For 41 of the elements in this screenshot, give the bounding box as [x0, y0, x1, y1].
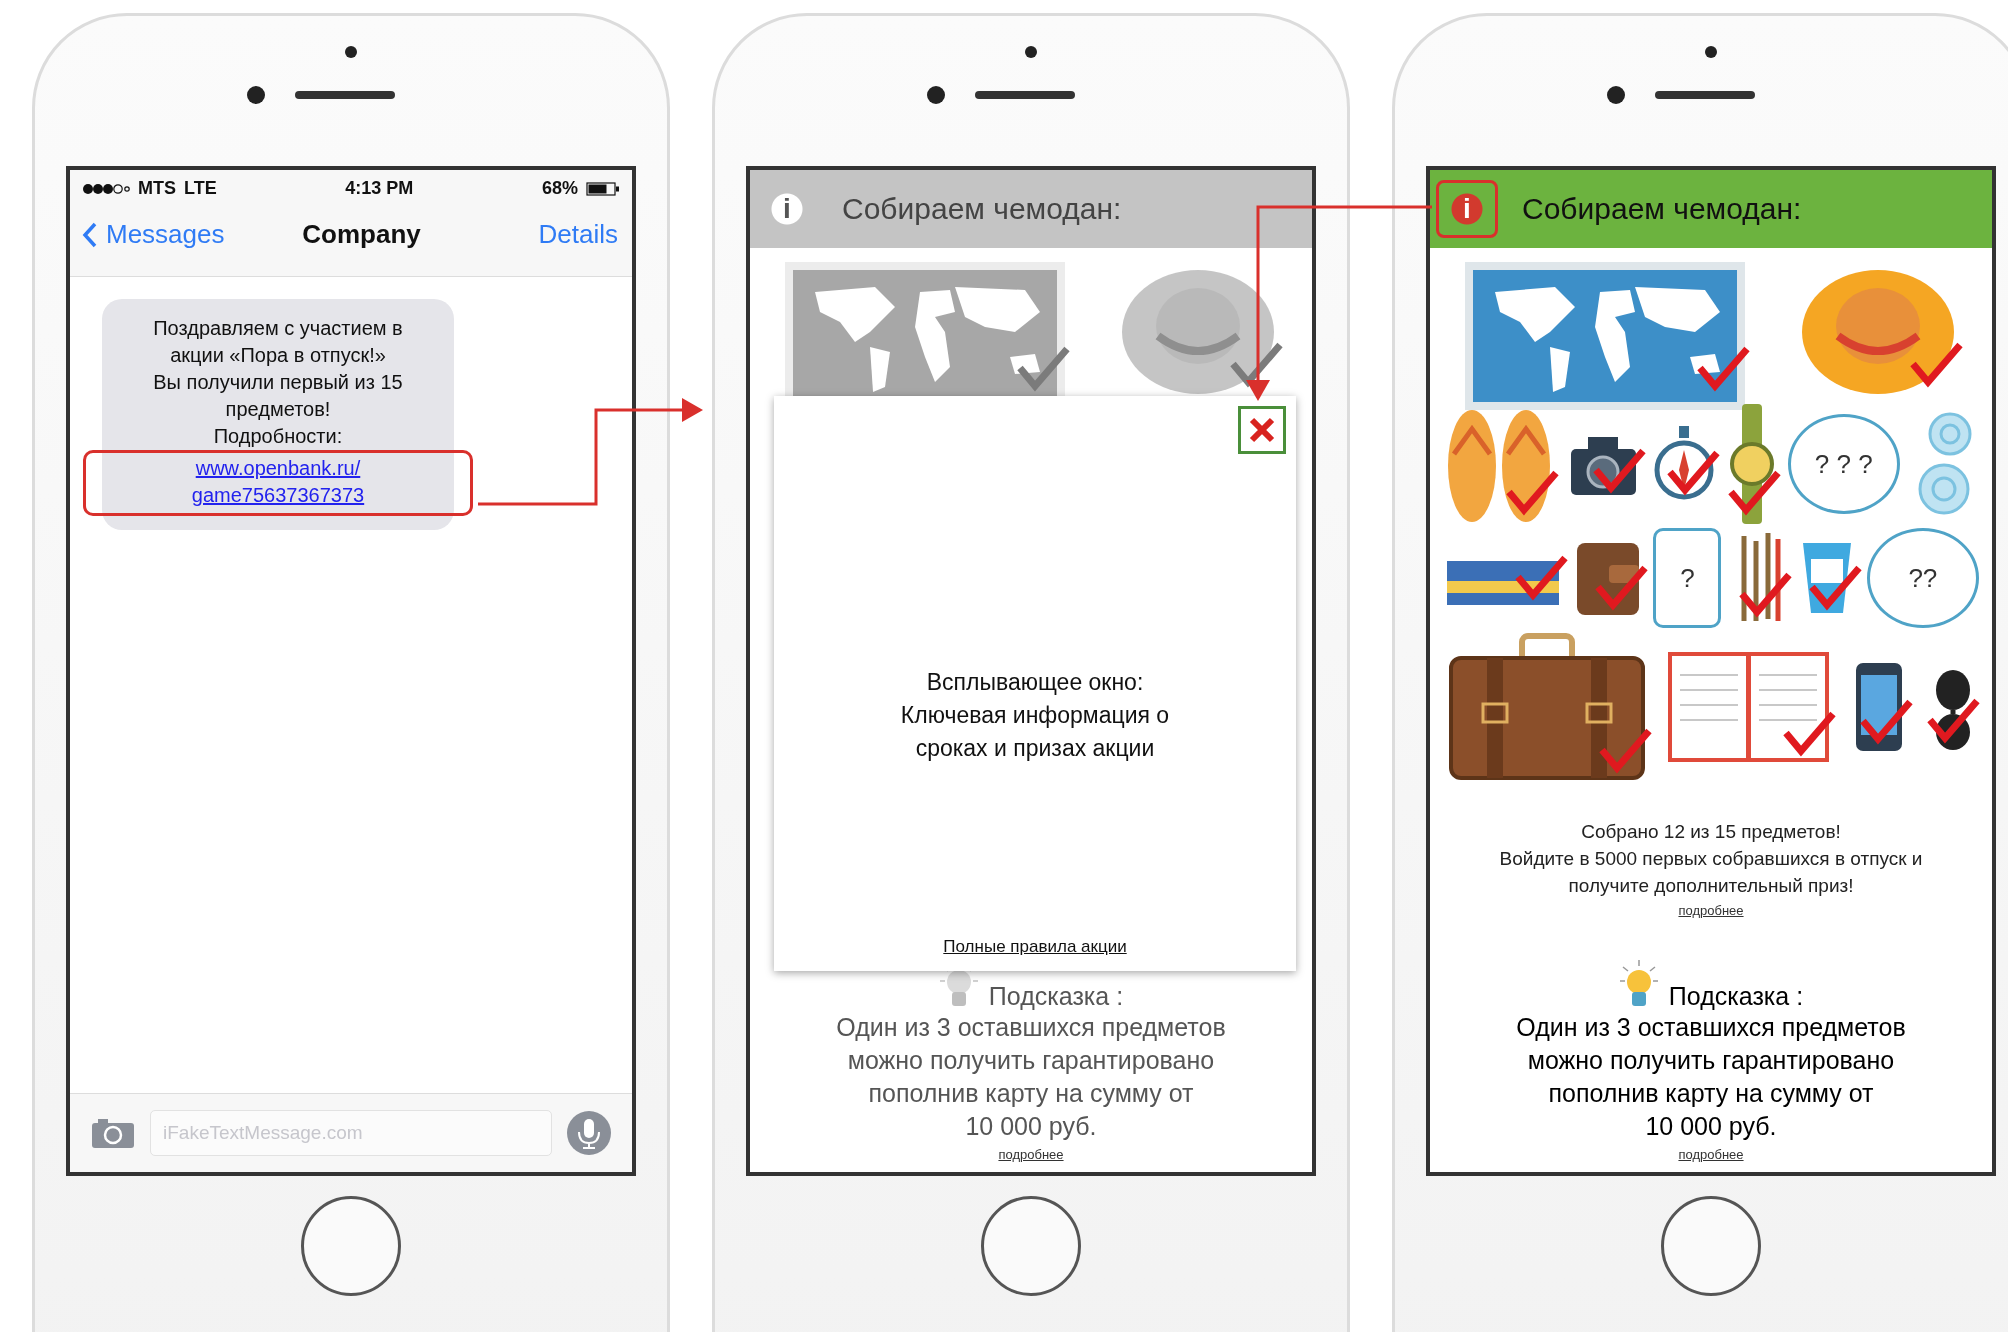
progress-message: Собрано 12 из 15 предметов! Войдите в 5000 первых собравшихся в отпуск и получите дополнительный приз! — [1499, 820, 1923, 898]
hint-label: Подсказка : — [1668, 982, 1804, 1011]
network-label: LTE — [184, 178, 217, 199]
popup-message: Всплывающее окно: Ключевая информация о сроках и призах акции — [900, 668, 1170, 763]
chevron-left-icon — [82, 220, 98, 249]
sensor-icon — [345, 46, 357, 58]
game-title: Собираем чемодан: — [842, 192, 1122, 226]
hint-text: Один из 3 оставшихся предметов можно получить гарантировано пополнив карту на сумму от 10 000 руб. — [836, 1012, 1226, 1142]
speaker-icon — [1655, 91, 1755, 99]
hint-label: Подсказка : — [988, 982, 1124, 1011]
microphone-icon[interactable] — [566, 1110, 612, 1156]
sensor-icon — [1705, 46, 1717, 58]
mystery-bubble: ? ? ? — [1787, 414, 1900, 514]
details-link[interactable]: подробнее — [1678, 1147, 1744, 1162]
camera-icon[interactable] — [90, 1116, 136, 1150]
battery-percent: 68% — [541, 178, 578, 199]
battery-icon — [586, 181, 620, 196]
rules-link[interactable]: Полные правила акции — [943, 937, 1127, 957]
conversation-title: Company — [302, 219, 421, 250]
clock-time: 4:13 PM — [345, 178, 414, 199]
message-link[interactable]: www.openbank.ru/ game75637367373 — [83, 450, 473, 516]
speaker-icon — [975, 91, 1075, 99]
speaker-icon — [295, 91, 395, 99]
game-title: Собираем чемодан: — [1522, 192, 1802, 226]
hint-text: Один из 3 оставшихся предметов можно получить гарантировано пополнив карту на сумму от 10 000 руб. — [1516, 1012, 1906, 1142]
back-button[interactable]: Messages — [82, 219, 225, 250]
details-link[interactable]: подробнее — [1678, 903, 1744, 918]
signal-icon — [82, 182, 130, 195]
front-camera-icon — [247, 86, 265, 104]
sensor-icon — [1025, 46, 1037, 58]
close-icon — [1248, 416, 1276, 444]
message-text: Поздравляем с участием в акции «Пора в отпуск!» Вы получили первый из 15 предметов! Подробности: — [153, 316, 403, 449]
details-button[interactable]: Details — [538, 219, 618, 250]
carrier-label: MTS — [138, 178, 176, 199]
info-button[interactable]: i — [1436, 180, 1498, 238]
mystery-bubble: ?? — [1866, 528, 1979, 628]
mystery-card: ? — [1653, 528, 1722, 628]
details-link[interactable]: подробнее — [998, 1147, 1064, 1162]
front-camera-icon — [1607, 86, 1625, 104]
front-camera-icon — [927, 86, 945, 104]
close-button[interactable] — [1238, 406, 1286, 454]
